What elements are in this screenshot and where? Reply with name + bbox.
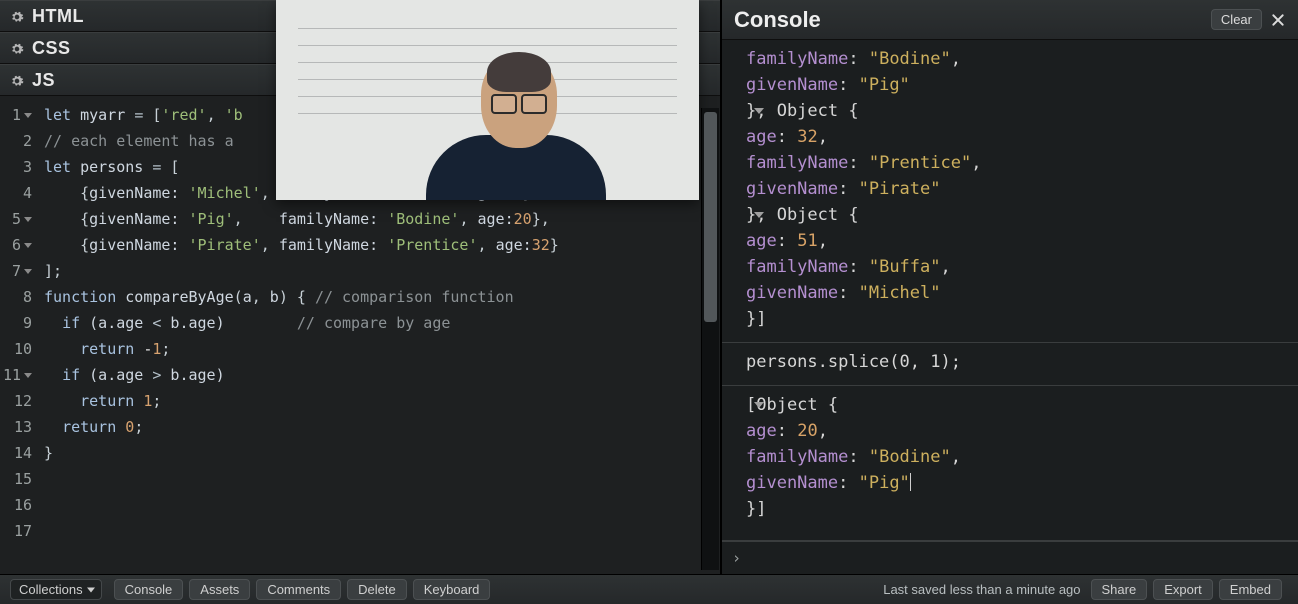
embed-button[interactable]: Embed <box>1219 579 1282 600</box>
line-gutter: 1234567891011121314151617 <box>0 96 38 574</box>
assets-button[interactable]: Assets <box>189 579 250 600</box>
css-label: CSS <box>32 39 71 57</box>
js-label: JS <box>32 71 55 89</box>
html-label: HTML <box>32 7 84 25</box>
scrollbar-thumb[interactable] <box>704 112 717 322</box>
console-title: Console <box>734 9 821 31</box>
bottom-toolbar: Collections Console Assets Comments Dele… <box>0 574 1298 604</box>
save-status: Last saved less than a minute ago <box>883 583 1080 596</box>
gear-icon[interactable] <box>10 41 24 55</box>
share-button[interactable]: Share <box>1091 579 1148 600</box>
console-prompt[interactable]: › <box>722 540 1298 574</box>
comments-button[interactable]: Comments <box>256 579 341 600</box>
console-command: persons.splice(0, 1); <box>722 342 1298 385</box>
console-output[interactable]: familyName: "Bodine", givenName: "Pig"},… <box>722 40 1298 540</box>
prompt-caret-icon: › <box>732 549 741 567</box>
console-button[interactable]: Console <box>114 579 184 600</box>
gear-icon[interactable] <box>10 73 24 87</box>
console-pane: Console Clear familyName: "Bodine", give… <box>720 0 1298 574</box>
close-icon[interactable] <box>1270 12 1286 28</box>
collections-dropdown[interactable]: Collections <box>10 579 102 600</box>
delete-button[interactable]: Delete <box>347 579 407 600</box>
video-overlay[interactable] <box>276 0 699 200</box>
editor-scrollbar[interactable] <box>701 108 719 570</box>
clear-button[interactable]: Clear <box>1211 9 1262 30</box>
console-header: Console Clear <box>722 0 1298 40</box>
export-button[interactable]: Export <box>1153 579 1213 600</box>
keyboard-button[interactable]: Keyboard <box>413 579 491 600</box>
editor-pane: HTML CSS JS 1234567891011121314151617 le… <box>0 0 720 574</box>
gear-icon[interactable] <box>10 9 24 23</box>
